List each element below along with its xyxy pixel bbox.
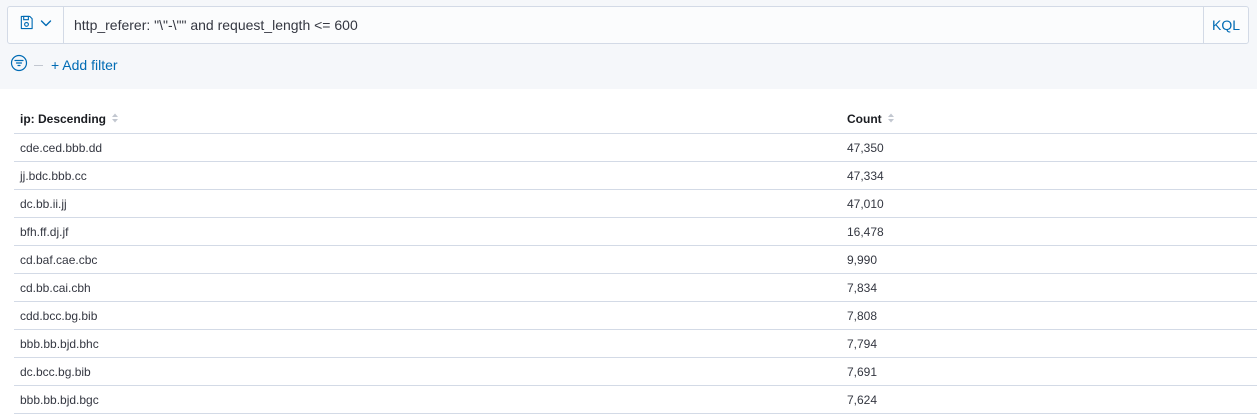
divider bbox=[34, 64, 43, 66]
table-row: cde.ced.bbb.dd 47,350 bbox=[14, 133, 1257, 162]
saved-query-menu-button[interactable] bbox=[8, 7, 64, 43]
ip-cell: bbb.bb.bjd.bhc bbox=[14, 329, 841, 358]
count-cell: 9,990 bbox=[841, 245, 1257, 274]
count-cell: 16,478 bbox=[841, 217, 1257, 246]
ip-cell: cde.ced.bbb.dd bbox=[14, 133, 841, 162]
column-header-count[interactable]: Count bbox=[841, 106, 1257, 134]
count-cell: 7,808 bbox=[841, 301, 1257, 330]
ip-cell: dc.bcc.bg.bib bbox=[14, 357, 841, 386]
sort-icon[interactable] bbox=[887, 112, 895, 127]
table-header-row: ip: Descending Count bbox=[14, 106, 1257, 134]
table-row: cdd.bcc.bg.bib 7,808 bbox=[14, 301, 1257, 330]
count-cell: 47,010 bbox=[841, 189, 1257, 218]
chevron-down-icon bbox=[40, 16, 52, 34]
column-header-label[interactable]: Count bbox=[847, 112, 882, 126]
column-header-label[interactable]: ip: Descending bbox=[20, 112, 106, 126]
data-table: ip: Descending Count cde.ced.bbb.dd 47,3… bbox=[14, 106, 1257, 414]
filter-icon[interactable] bbox=[10, 54, 28, 77]
count-cell: 7,691 bbox=[841, 357, 1257, 386]
ip-cell: bfh.ff.dj.jf bbox=[14, 217, 841, 246]
ip-cell: cd.baf.cae.cbc bbox=[14, 245, 841, 274]
column-header-ip[interactable]: ip: Descending bbox=[14, 106, 841, 134]
count-cell: 7,624 bbox=[841, 385, 1257, 414]
ip-cell: cd.bb.cai.cbh bbox=[14, 273, 841, 302]
ip-cell: dc.bb.ii.jj bbox=[14, 189, 841, 218]
table-row: dc.bb.ii.jj 47,010 bbox=[14, 189, 1257, 218]
table-row: bbb.bb.bjd.bgc 7,624 bbox=[14, 385, 1257, 414]
table-row: cd.baf.cae.cbc 9,990 bbox=[14, 245, 1257, 274]
ip-cell: jj.bdc.bbb.cc bbox=[14, 161, 841, 190]
count-cell: 7,834 bbox=[841, 273, 1257, 302]
query-input[interactable]: http_referer: "\"-\"" and request_length… bbox=[64, 7, 1203, 43]
table-row: bbb.bb.bjd.bhc 7,794 bbox=[14, 329, 1257, 358]
ip-cell: bbb.bb.bjd.bgc bbox=[14, 385, 841, 414]
sort-icon[interactable] bbox=[111, 112, 119, 127]
count-cell: 47,334 bbox=[841, 161, 1257, 190]
table-row: jj.bdc.bbb.cc 47,334 bbox=[14, 161, 1257, 190]
table-row: bfh.ff.dj.jf 16,478 bbox=[14, 217, 1257, 246]
table-row: dc.bcc.bg.bib 7,691 bbox=[14, 357, 1257, 386]
ip-cell: cdd.bcc.bg.bib bbox=[14, 301, 841, 330]
count-cell: 7,794 bbox=[841, 329, 1257, 358]
table-row: cd.bb.cai.cbh 7,834 bbox=[14, 273, 1257, 302]
count-cell: 47,350 bbox=[841, 133, 1257, 162]
save-icon bbox=[19, 15, 34, 35]
query-language-button[interactable]: KQL bbox=[1203, 7, 1248, 43]
add-filter-button[interactable]: + Add filter bbox=[51, 57, 118, 73]
query-area: http_referer: "\"-\"" and request_length… bbox=[0, 0, 1257, 89]
query-bar: http_referer: "\"-\"" and request_length… bbox=[7, 6, 1249, 44]
filter-bar: + Add filter bbox=[10, 54, 118, 77]
